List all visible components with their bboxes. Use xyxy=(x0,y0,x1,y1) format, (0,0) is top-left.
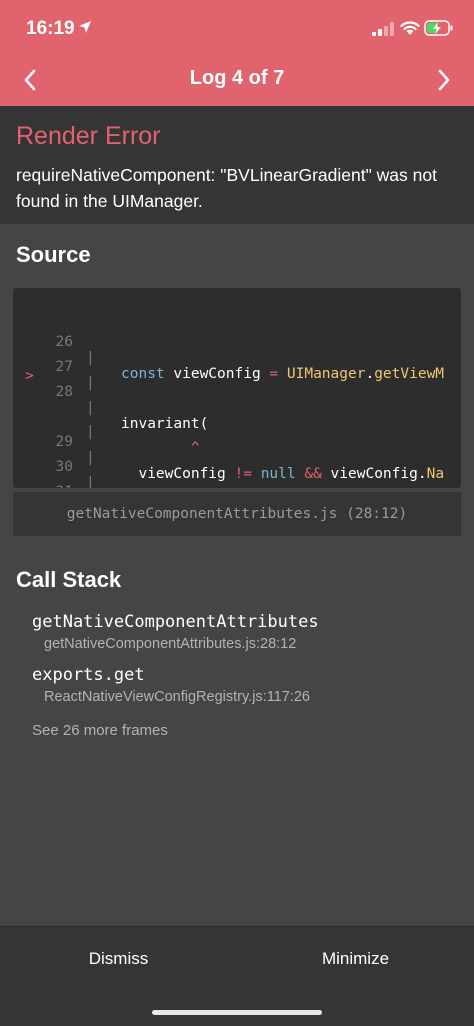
nav-bar: Log 4 of 7 xyxy=(0,56,474,104)
header: 16:19 Log 4 of 7 xyxy=(0,0,474,106)
see-more-frames-link[interactable]: See 26 more frames xyxy=(32,722,168,739)
stack-frame-function: getNativeComponentAttributes xyxy=(32,612,319,632)
status-time: 16:19 xyxy=(26,18,75,39)
stack-frame-location: getNativeComponentAttributes.js:28:12 xyxy=(44,636,297,652)
status-bar: 16:19 xyxy=(0,0,474,56)
code-line: 29 | viewConfig != null && viewConfig.Na xyxy=(13,402,461,482)
code-file-location[interactable]: getNativeComponentAttributes.js (28:12) xyxy=(13,492,461,536)
code-line-highlighted: > 28 | invariant( xyxy=(13,352,461,432)
log-position-title: Log 4 of 7 xyxy=(189,67,285,89)
battery-charging-icon xyxy=(424,20,453,36)
dismiss-button[interactable]: Dismiss xyxy=(0,927,237,991)
stack-frame[interactable]: exports.get ReactNativeViewConfigRegistr… xyxy=(32,665,452,705)
code-line: 31 | uiViewClassName, xyxy=(13,452,461,488)
code-line-caret: | ^ xyxy=(13,376,461,456)
code-line: 30 | 'requireNativeComponent: "%s" was n… xyxy=(13,427,461,488)
minimize-button[interactable]: Minimize xyxy=(237,927,474,991)
stack-frame[interactable]: getNativeComponentAttributes getNativeCo… xyxy=(32,612,452,652)
cellular-signal-icon xyxy=(372,22,394,36)
code-line-number: 31 xyxy=(41,484,73,488)
stack-frame-location: ReactNativeViewConfigRegistry.js:117:26 xyxy=(44,689,310,705)
source-heading: Source xyxy=(16,242,91,267)
stack-frame-function: exports.get xyxy=(32,665,145,685)
next-log-button[interactable] xyxy=(428,64,460,96)
call-stack-heading: Call Stack xyxy=(16,567,122,592)
code-line: 26 | const viewConfig = UIManager.getVie… xyxy=(13,302,461,382)
wifi-icon xyxy=(400,21,420,35)
chevron-right-icon xyxy=(438,69,450,91)
error-block: Render Error requireNativeComponent: "BV… xyxy=(0,106,474,224)
code-line-pipe: | xyxy=(86,475,95,488)
location-arrow-icon xyxy=(79,21,91,33)
code-frame: 26 | const viewConfig = UIManager.getVie… xyxy=(13,288,461,488)
error-title: Render Error xyxy=(16,122,161,150)
home-indicator xyxy=(152,1010,322,1015)
code-line: 27 | xyxy=(13,327,461,391)
error-message: requireNativeComponent: "BVLinearGradien… xyxy=(16,165,437,211)
